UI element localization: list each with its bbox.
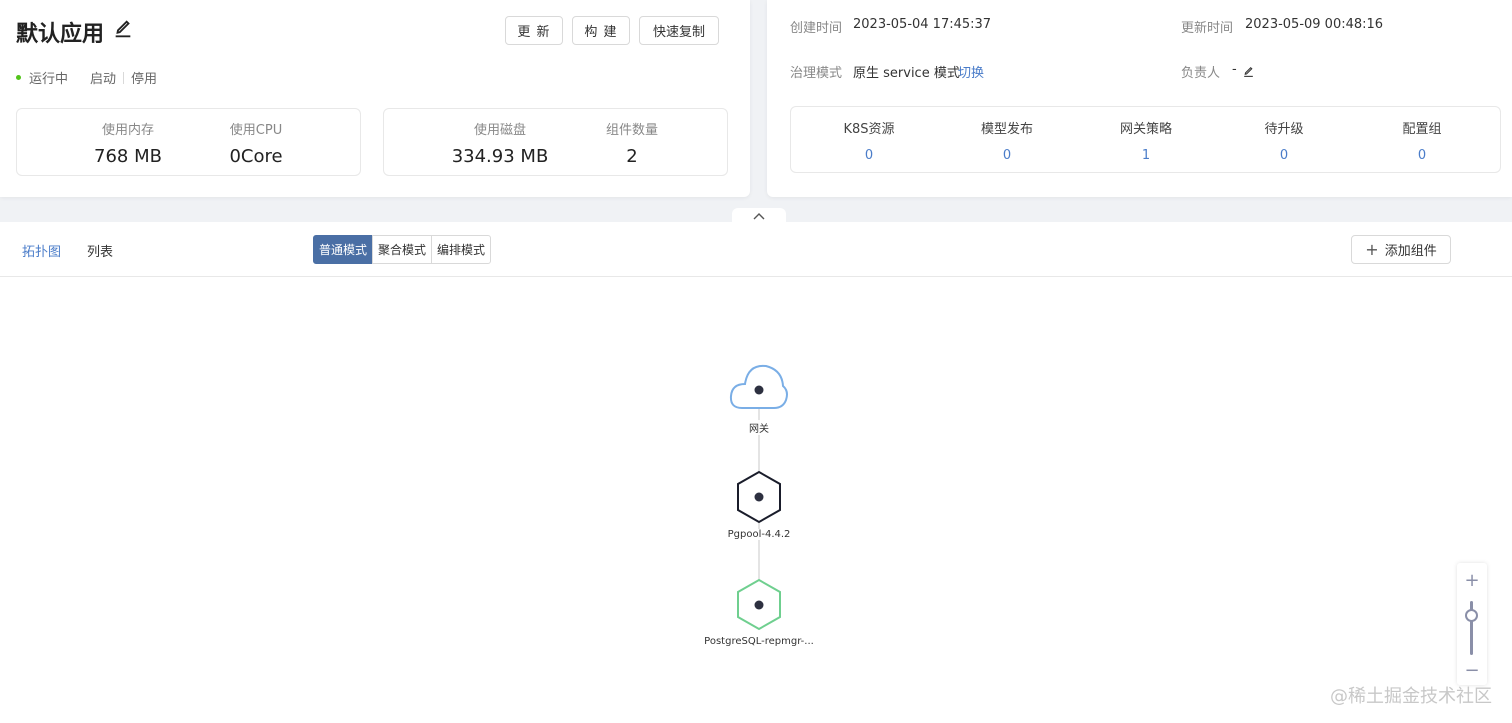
running-status-dot bbox=[16, 75, 21, 80]
postgresql-node-icon[interactable] bbox=[737, 578, 781, 631]
mode-switch: 普通模式 聚合模式 编排模式 bbox=[313, 235, 492, 264]
chevron-up-icon bbox=[753, 213, 765, 220]
orchestrate-mode-button[interactable]: 编排模式 bbox=[431, 235, 492, 264]
component-count-stat: 组件数量 2 bbox=[592, 119, 672, 167]
stop-link[interactable]: 停用 bbox=[131, 68, 157, 87]
k8s-resources-value: 0 bbox=[864, 148, 874, 163]
add-component-button[interactable]: + 添加组件 bbox=[1351, 235, 1451, 264]
updated-time-value: 2023-05-09 00:48:16 bbox=[1245, 17, 1384, 32]
start-link[interactable]: 启动 bbox=[90, 68, 116, 87]
normal-mode-button[interactable]: 普通模式 bbox=[313, 235, 374, 264]
cpu-label: 使用CPU bbox=[229, 123, 283, 138]
governance-mode-label: 治理模式 bbox=[790, 66, 843, 81]
add-component-label: 添加组件 bbox=[1384, 244, 1437, 259]
build-button[interactable]: 构 建 bbox=[572, 16, 630, 45]
zoom-control: + − bbox=[1457, 563, 1487, 685]
created-time-value: 2023-05-04 17:45:37 bbox=[853, 17, 992, 32]
resource-usage-box: 使用内存 768 MB 使用CPU 0Core bbox=[16, 108, 361, 176]
view-toolbar: 拓扑图 列表 普通模式 聚合模式 编排模式 + 添加组件 bbox=[0, 222, 1512, 277]
memory-value: 768 MB bbox=[94, 146, 162, 167]
gateway-policy-label: 网关策略 bbox=[1119, 122, 1172, 137]
gateway-node-icon[interactable] bbox=[729, 364, 788, 409]
update-button[interactable]: 更 新 bbox=[505, 16, 563, 45]
zoom-slider-handle[interactable] bbox=[1465, 609, 1478, 622]
config-group-label: 配置组 bbox=[1402, 122, 1442, 137]
watermark: @稀土掘金技术社区 bbox=[1330, 686, 1492, 707]
disk-stat: 使用磁盘 334.93 MB bbox=[440, 119, 560, 167]
resource-summary-box: K8S资源 0 模型发布 0 网关策略 1 待升级 0 配置组 0 bbox=[790, 106, 1501, 173]
model-release-value: 0 bbox=[1002, 148, 1012, 163]
updated-time-label: 更新时间 bbox=[1181, 21, 1234, 36]
model-release-label: 模型发布 bbox=[980, 122, 1033, 137]
component-count-value: 2 bbox=[626, 146, 638, 167]
component-count-label: 组件数量 bbox=[605, 123, 658, 138]
owner-value: - bbox=[1232, 62, 1237, 77]
cpu-value: 0Core bbox=[229, 146, 283, 167]
k8s-resources-label: K8S资源 bbox=[843, 122, 895, 137]
gateway-policy-stat[interactable]: 网关策略 1 bbox=[1086, 118, 1206, 163]
memory-stat: 使用内存 768 MB bbox=[88, 119, 168, 167]
postgresql-node-label: PostgreSQL-repmgr-... bbox=[704, 636, 814, 647]
edit-owner-icon[interactable] bbox=[1242, 63, 1255, 82]
divider bbox=[123, 71, 125, 84]
aggregate-mode-button[interactable]: 聚合模式 bbox=[372, 235, 433, 264]
k8s-resources-stat[interactable]: K8S资源 0 bbox=[809, 118, 929, 163]
topology-graph bbox=[729, 364, 788, 631]
status-text: 运行中 bbox=[29, 72, 69, 87]
memory-label: 使用内存 bbox=[101, 123, 154, 138]
gateway-policy-value: 1 bbox=[1141, 148, 1151, 163]
tab-topology[interactable]: 拓扑图 bbox=[22, 241, 61, 260]
owner-label: 负责人 bbox=[1181, 66, 1221, 81]
config-group-value: 0 bbox=[1417, 148, 1427, 163]
topology-canvas[interactable]: 网关 Pgpool-4.4.2 PostgreSQL-repmgr-... bbox=[0, 278, 1512, 723]
pgpool-node-icon[interactable] bbox=[737, 470, 781, 524]
gateway-node-label: 网关 bbox=[749, 420, 769, 435]
zoom-out-button[interactable]: − bbox=[1457, 659, 1487, 681]
app-title-text: 默认应用 bbox=[16, 22, 105, 47]
governance-mode-value: 原生 service 模式 bbox=[853, 66, 960, 81]
plus-icon: + bbox=[1365, 240, 1379, 259]
pending-upgrade-value: 0 bbox=[1279, 148, 1289, 163]
app-title: 默认应用 bbox=[16, 16, 134, 48]
app-overview-card: 默认应用 更 新 构 建 快速复制 运行中 启动 停用 使用内存 768 MB … bbox=[0, 0, 750, 197]
edit-icon[interactable] bbox=[112, 18, 134, 46]
model-release-stat[interactable]: 模型发布 0 bbox=[947, 118, 1067, 163]
pending-upgrade-stat[interactable]: 待升级 0 bbox=[1224, 118, 1344, 163]
status-row: 运行中 启动 停用 bbox=[16, 68, 157, 87]
governance-switch-link[interactable]: 切换 bbox=[958, 62, 984, 81]
config-group-stat[interactable]: 配置组 0 bbox=[1362, 118, 1482, 163]
disk-label: 使用磁盘 bbox=[473, 123, 526, 138]
pgpool-node-label: Pgpool-4.4.2 bbox=[727, 529, 791, 540]
created-time-label: 创建时间 bbox=[790, 21, 843, 36]
disk-component-box: 使用磁盘 334.93 MB 组件数量 2 bbox=[383, 108, 728, 176]
zoom-in-button[interactable]: + bbox=[1457, 569, 1487, 591]
cpu-stat: 使用CPU 0Core bbox=[216, 119, 296, 167]
quick-copy-button[interactable]: 快速复制 bbox=[639, 16, 719, 45]
disk-value: 334.93 MB bbox=[451, 146, 549, 167]
tab-list[interactable]: 列表 bbox=[87, 241, 113, 260]
pending-upgrade-label: 待升级 bbox=[1264, 122, 1304, 137]
